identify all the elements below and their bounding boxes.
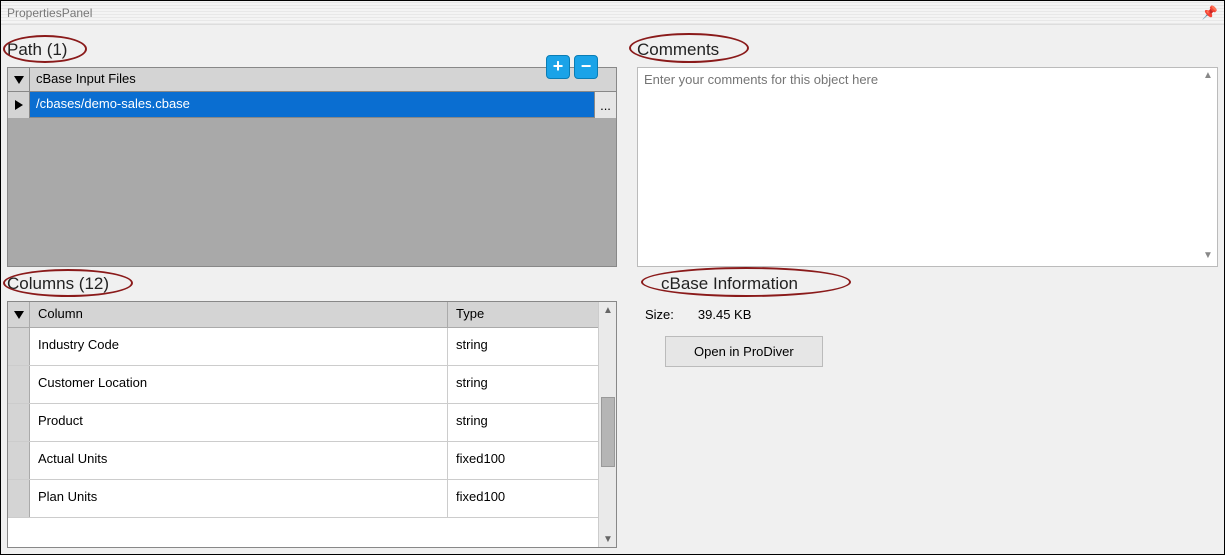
size-label: Size: [645, 307, 674, 322]
path-table: cBase Input Files /cbases/demo-sales.cba… [7, 67, 617, 267]
panel-title: PropertiesPanel [7, 6, 92, 20]
path-table-header: cBase Input Files [8, 68, 616, 92]
table-row[interactable]: Actual Units fixed100 [8, 442, 598, 480]
cbase-info-section: Size: 39.45 KB Open in ProDiver [637, 301, 1218, 548]
cbase-info-heading-label: cBase Information [661, 274, 798, 294]
cbase-info-heading: cBase Information [637, 267, 1218, 301]
columns-scrollbar[interactable]: ▲ ▼ [598, 302, 616, 547]
row-selector[interactable] [8, 366, 30, 403]
column-type-cell: fixed100 [448, 442, 598, 479]
panel-titlebar: PropertiesPanel 📌 [1, 1, 1224, 25]
column-name-cell: Industry Code [30, 328, 448, 365]
column-header-name[interactable]: Column [30, 302, 448, 327]
select-all-icon[interactable] [8, 68, 30, 91]
select-all-icon[interactable] [8, 302, 30, 327]
column-name-cell: Actual Units [30, 442, 448, 479]
column-name-cell: Customer Location [30, 366, 448, 403]
column-type-cell: string [448, 404, 598, 441]
scroll-up-icon[interactable]: ▲ [599, 302, 617, 318]
column-name-cell: Plan Units [30, 480, 448, 517]
columns-table-header: Column Type [8, 302, 598, 328]
column-name-cell: Product [30, 404, 448, 441]
columns-heading: Columns (12) [7, 267, 617, 301]
columns-heading-label: Columns (12) [7, 274, 109, 294]
path-heading: Path (1) [7, 33, 617, 67]
properties-panel: PropertiesPanel 📌 + − Path (1) Comments … [0, 0, 1225, 555]
path-header-label: cBase Input Files [30, 68, 616, 91]
panel-content: + − Path (1) Comments cBase Input Files [1, 25, 1224, 554]
path-row[interactable]: /cbases/demo-sales.cbase ... [8, 92, 616, 118]
path-cell[interactable]: /cbases/demo-sales.cbase [30, 92, 594, 118]
pin-icon[interactable]: 📌 [1202, 5, 1218, 21]
column-type-cell: string [448, 366, 598, 403]
comments-box: ▲ ▼ [637, 67, 1218, 267]
columns-table: Column Type Industry Code string Custome… [7, 301, 617, 548]
table-row[interactable]: Industry Code string [8, 328, 598, 366]
row-selector[interactable] [8, 404, 30, 441]
table-row[interactable]: Plan Units fixed100 [8, 480, 598, 518]
comments-input[interactable] [638, 68, 1217, 266]
column-header-type[interactable]: Type [448, 302, 598, 327]
table-row[interactable]: Product string [8, 404, 598, 442]
scrollbar-thumb[interactable] [601, 397, 615, 467]
size-row: Size: 39.45 KB [645, 307, 1214, 322]
row-selector[interactable] [8, 480, 30, 517]
open-in-prodiver-button[interactable]: Open in ProDiver [665, 336, 823, 367]
scroll-down-icon[interactable]: ▼ [599, 531, 617, 547]
browse-button[interactable]: ... [594, 92, 616, 118]
comments-heading: Comments [637, 33, 1218, 67]
table-row[interactable]: Customer Location string [8, 366, 598, 404]
row-selector-icon[interactable] [8, 92, 30, 118]
scroll-down-icon[interactable]: ▼ [1201, 250, 1215, 264]
scroll-up-icon[interactable]: ▲ [1201, 70, 1215, 84]
column-type-cell: fixed100 [448, 480, 598, 517]
row-selector[interactable] [8, 442, 30, 479]
path-heading-label: Path (1) [7, 40, 67, 60]
columns-container: Column Type Industry Code string Custome… [7, 301, 617, 548]
column-type-cell: string [448, 328, 598, 365]
size-value: 39.45 KB [698, 307, 752, 322]
comments-heading-label: Comments [637, 40, 719, 60]
row-selector[interactable] [8, 328, 30, 365]
